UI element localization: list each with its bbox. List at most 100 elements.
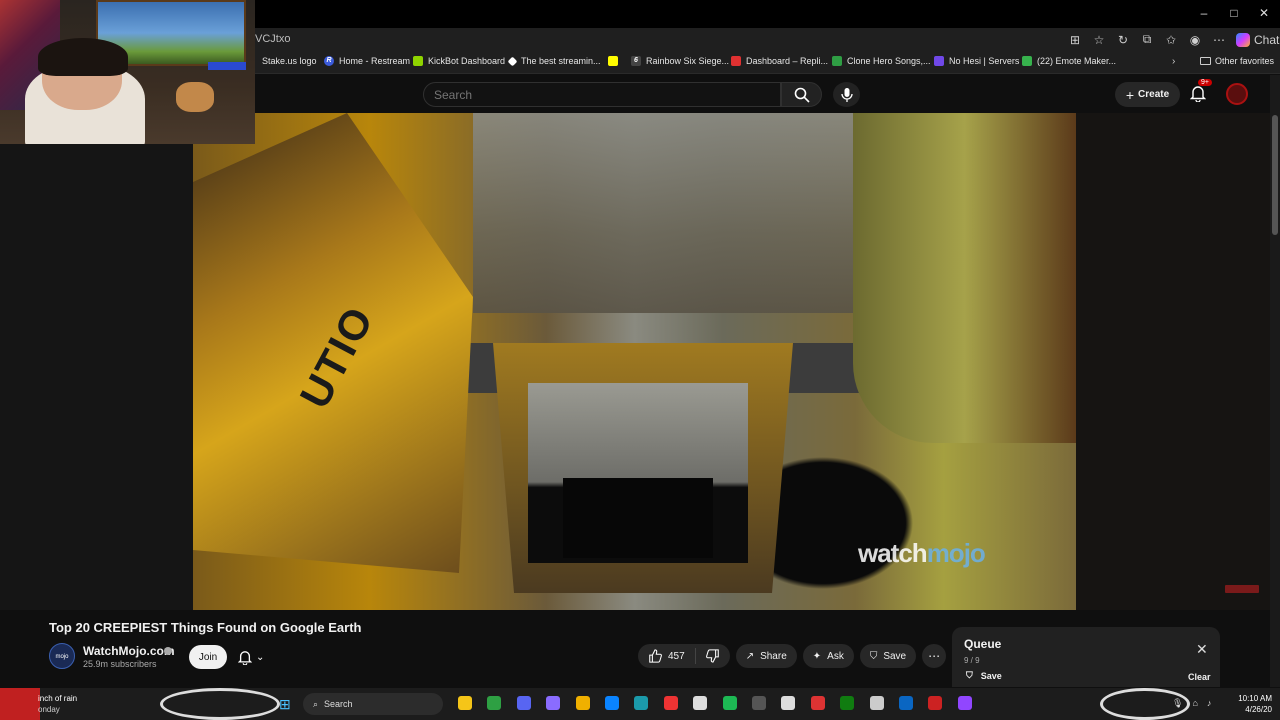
- windows-start-icon[interactable]: ⊞: [279, 696, 291, 713]
- split-screen-icon[interactable]: ⊞: [1068, 33, 1082, 47]
- xbox-game-bar-icon[interactable]: [487, 696, 502, 710]
- bookmark-nohesi[interactable]: No Hesi | Servers: [934, 56, 1019, 66]
- bell-icon: [238, 650, 252, 665]
- copilot-icon[interactable]: [546, 696, 561, 710]
- steam-icon[interactable]: [634, 696, 649, 710]
- chevron-right-icon[interactable]: ›: [1172, 56, 1175, 67]
- microphone-icon[interactable]: 🎙: [1172, 698, 1183, 709]
- refresh-icon[interactable]: ↻: [1116, 33, 1130, 47]
- maximize-button[interactable]: □: [1224, 6, 1244, 20]
- bookmark-label: (22) Emote Maker...: [1037, 56, 1117, 66]
- dislike-button[interactable]: [696, 649, 730, 663]
- extensions-icon[interactable]: ⧉: [1140, 32, 1154, 47]
- stream-deck-icon[interactable]: [693, 696, 708, 710]
- video-actions: 457 ↗ Share ✦ Ask ⛉ Save ⋯: [638, 644, 947, 668]
- plus-icon: +: [1125, 86, 1135, 103]
- restream-icon: R: [324, 56, 334, 66]
- other-favorites[interactable]: Other favorites: [1200, 56, 1274, 66]
- create-button[interactable]: + Create: [1115, 82, 1180, 107]
- edge-browser-icon[interactable]: [605, 696, 619, 710]
- bookmark-clonehero[interactable]: Clone Hero Songs,...: [832, 56, 931, 66]
- folder-icon[interactable]: [575, 696, 590, 710]
- close-window-button[interactable]: ✕: [1254, 6, 1274, 20]
- share-button[interactable]: ↗ Share: [735, 644, 797, 668]
- search-icon: [794, 87, 810, 103]
- bookmark-label: The best streamin...: [521, 56, 601, 66]
- taskbar-search[interactable]: ⌕ Search: [303, 693, 443, 715]
- favorite-star-icon[interactable]: ☆: [1092, 33, 1106, 47]
- subscriber-count: 25.9m subscribers: [83, 659, 157, 669]
- bookmark-streaming[interactable]: The best streamin...: [507, 56, 601, 66]
- bookmark-emote[interactable]: (22) Emote Maker...: [1022, 56, 1116, 66]
- account-avatar[interactable]: [1226, 83, 1248, 105]
- page-scrollbar[interactable]: [1270, 75, 1280, 687]
- thumbs-down-icon: [705, 649, 719, 663]
- pin-icon[interactable]: [869, 696, 884, 710]
- bookmark-r6[interactable]: 6 Rainbow Six Siege...: [631, 56, 729, 66]
- subscribe-overlay-badge[interactable]: [1225, 585, 1259, 593]
- taskbar-search-label: Search: [324, 699, 353, 709]
- voice-search-button[interactable]: [833, 82, 860, 107]
- microphone-icon: [840, 87, 853, 102]
- bookmark-restream[interactable]: R Home - Restream: [324, 56, 410, 66]
- bookmark-stake[interactable]: Stake.us logo: [262, 56, 317, 66]
- bookmark-label: Stake.us logo: [262, 56, 317, 66]
- scrollbar-thumb[interactable]: [1272, 115, 1278, 235]
- file-explorer-icon[interactable]: [458, 696, 472, 710]
- folder-icon: [1200, 57, 1211, 65]
- more-actions-button[interactable]: ⋯: [922, 644, 947, 668]
- channel-avatar[interactable]: mojo: [49, 643, 75, 669]
- channel-name[interactable]: WatchMojo.com: [83, 644, 175, 658]
- favorites-icon[interactable]: ✩: [1164, 33, 1178, 47]
- close-icon[interactable]: ✕: [1196, 641, 1208, 658]
- bookmark-snapchat[interactable]: [608, 56, 618, 66]
- search-button[interactable]: [781, 82, 822, 107]
- ask-button[interactable]: ✦ Ask: [802, 644, 854, 668]
- search-icon: ⌕: [313, 698, 319, 709]
- save-video-button[interactable]: ⛉ Save: [859, 644, 917, 668]
- sparkle-icon: ✦: [812, 650, 822, 662]
- queue-panel: Queue 9 / 9 ✕ ⛉ Save Clear: [952, 627, 1220, 687]
- search-box[interactable]: [423, 82, 781, 107]
- other-favorites-label: Other favorites: [1215, 56, 1275, 66]
- app-icon[interactable]: [899, 696, 913, 710]
- xbox-icon[interactable]: [840, 696, 855, 710]
- profile-icon[interactable]: ◉: [1188, 33, 1202, 47]
- chrome-icon[interactable]: [781, 696, 796, 710]
- snapchat-icon: [608, 56, 618, 66]
- copilot-button[interactable]: Chat: [1236, 32, 1280, 47]
- search-input[interactable]: [434, 88, 764, 102]
- kickbot-icon: [413, 56, 423, 66]
- queue-save-button[interactable]: ⛉ Save: [966, 670, 1002, 681]
- copilot-label: Chat: [1254, 32, 1280, 47]
- clock-date: 4/26/20: [1245, 705, 1272, 714]
- spotify-icon[interactable]: [722, 696, 737, 710]
- join-button[interactable]: Join: [189, 645, 227, 669]
- weather-widget[interactable]: inch of rain onday: [38, 693, 77, 715]
- player-letterbox-right: [1076, 113, 1270, 610]
- minimize-button[interactable]: –: [1194, 6, 1214, 20]
- bookmark-icon: ⛉: [869, 650, 878, 662]
- network-icon[interactable]: ⌂: [1192, 698, 1197, 709]
- like-button[interactable]: 457: [638, 649, 695, 663]
- task-icon[interactable]: [928, 696, 943, 710]
- settings-more-icon[interactable]: ⋯: [1212, 33, 1226, 47]
- notifications-bell-icon[interactable]: [1190, 85, 1206, 102]
- queue-clear-button[interactable]: Clear: [1188, 672, 1211, 682]
- video-player[interactable]: UTIO watchmojo: [0, 113, 1270, 610]
- video-frame[interactable]: UTIO watchmojo: [193, 113, 1076, 610]
- obs-icon[interactable]: [663, 696, 678, 710]
- bookmark-kickbot[interactable]: KickBot Dashboard: [413, 56, 505, 66]
- taskbar-clock[interactable]: 10:10 AM 4/26/20: [1222, 693, 1272, 715]
- volume-icon[interactable]: ♪: [1207, 698, 1212, 709]
- share-icon: ↗: [745, 650, 755, 662]
- discord-icon[interactable]: [516, 696, 531, 710]
- twitch-icon[interactable]: [957, 696, 972, 710]
- subscription-notifications-button[interactable]: ⌄: [238, 645, 278, 669]
- diamond-icon: [507, 56, 518, 66]
- url-text[interactable]: VCJtxo: [255, 33, 290, 45]
- epic-icon[interactable]: [810, 696, 825, 710]
- quad-4k-icon[interactable]: [752, 696, 766, 710]
- webcam-person-hair: [38, 38, 128, 76]
- bookmark-replit[interactable]: Dashboard – Repli...: [731, 56, 828, 66]
